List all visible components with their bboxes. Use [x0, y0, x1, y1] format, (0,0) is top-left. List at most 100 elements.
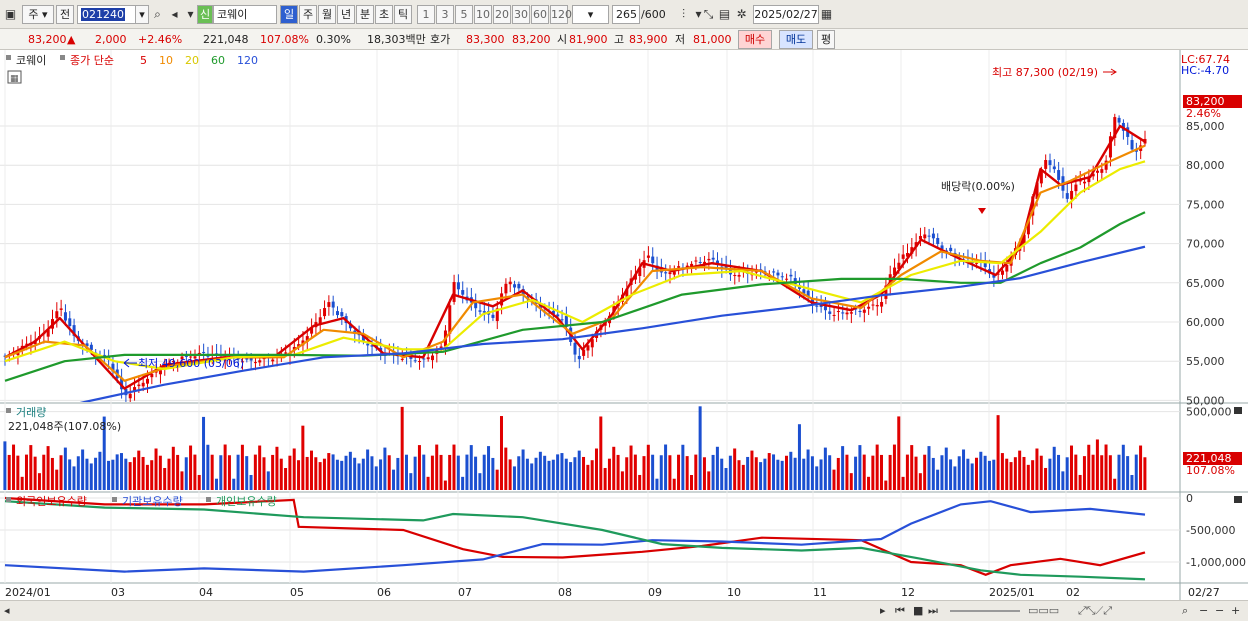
volume-bar: [107, 460, 111, 490]
volume-bar: [340, 460, 344, 490]
candle-body: [478, 310, 482, 312]
zoom-icon[interactable]: ⌕: [1182, 604, 1188, 618]
new-badge: 신: [197, 5, 213, 24]
volume-bar: [784, 455, 788, 490]
change-pct: +2.46%: [138, 33, 183, 46]
zoom-slider[interactable]: [950, 610, 1020, 612]
volume-last-pct: 107.08%: [1186, 464, 1235, 477]
volume-panel-close-icon[interactable]: [1234, 407, 1242, 414]
volume-bar: [802, 458, 806, 490]
candle-body: [448, 305, 452, 334]
timeframe-tab[interactable]: 일: [280, 5, 298, 24]
volume-bar: [720, 458, 724, 490]
interval-input[interactable]: ▾: [572, 5, 609, 24]
search-icon[interactable]: ⌕: [150, 5, 165, 24]
interval-button[interactable]: 30: [512, 5, 530, 24]
volume-bar: [845, 454, 849, 490]
save-icon[interactable]: ▤: [717, 5, 732, 24]
volume-bar: [119, 453, 123, 490]
forward-icon[interactable]: ⏭: [928, 604, 938, 618]
interval-button[interactable]: 20: [493, 5, 511, 24]
volume-bar: [841, 446, 845, 490]
interval-button[interactable]: 1: [417, 5, 435, 24]
scroll-right-icon[interactable]: ▸: [880, 604, 886, 617]
window-menu-icon[interactable]: ▣: [3, 5, 18, 24]
volume-bar: [448, 454, 452, 490]
candle-body: [63, 312, 67, 321]
volume-bar: [590, 460, 594, 490]
holding-legend-marker: [6, 497, 11, 502]
timeframe-tab[interactable]: 분: [356, 5, 374, 24]
x-tick-label: 02/27: [1188, 586, 1220, 599]
volume-bar: [759, 462, 763, 490]
prev-button[interactable]: 전: [56, 5, 74, 24]
volume-bar: [249, 474, 253, 490]
zoom-in-icon[interactable]: +: [1231, 604, 1240, 617]
bid: 83,200: [512, 33, 551, 46]
volume-bar: [1035, 448, 1039, 490]
count-input[interactable]: 265: [612, 5, 640, 24]
code-dropdown-icon[interactable]: ▾: [135, 5, 149, 24]
stop-icon[interactable]: ■: [913, 604, 923, 617]
volume-bar: [1104, 444, 1108, 490]
candle-body: [413, 360, 417, 362]
volume-bar: [707, 471, 711, 490]
holding-panel-close-icon[interactable]: [1234, 496, 1242, 503]
speaker-icon[interactable]: ◂: [167, 5, 182, 24]
horizontal-scrollbar[interactable]: ◂ ▸ ⏮ ■ ⏭ ▭▭▭ ⤢⤡⟋⤢ ⌕ − − +: [0, 600, 1248, 621]
volume-bar: [197, 474, 201, 490]
volume-bar: [327, 453, 331, 490]
interval-button[interactable]: 60: [531, 5, 549, 24]
volume-pct: 107.08%: [260, 33, 309, 46]
timeframe-tab[interactable]: 주: [299, 5, 317, 24]
volume-bar: [379, 459, 383, 490]
extra-button[interactable]: 평: [817, 30, 835, 49]
candle-body: [927, 235, 931, 237]
volume-bar: [741, 464, 745, 490]
sell-button[interactable]: 매도: [779, 30, 813, 49]
interval-button[interactable]: 5: [455, 5, 473, 24]
volume-bar: [715, 446, 719, 490]
interval-button[interactable]: 120: [550, 5, 572, 24]
volume-bar: [232, 478, 236, 490]
timeframe-tab[interactable]: 초: [375, 5, 393, 24]
candle-type-icon[interactable]: ⫶: [676, 5, 691, 24]
dropdown-icon[interactable]: ▾: [183, 5, 198, 24]
interval-button[interactable]: 10: [474, 5, 492, 24]
volume-bar: [370, 456, 374, 490]
code-input[interactable]: 021240: [77, 5, 137, 24]
drawing-tool-icons[interactable]: ⤢⤡⟋⤢: [1078, 604, 1112, 618]
date-input[interactable]: 2025/02/27: [753, 5, 819, 24]
rewind-icon[interactable]: ⏮: [895, 604, 905, 618]
volume-bar: [1052, 446, 1056, 490]
timeframe-tab[interactable]: 틱: [394, 5, 412, 24]
buy-button[interactable]: 매수: [738, 30, 772, 49]
candle-body: [931, 233, 935, 239]
table-icon[interactable]: ▦: [10, 74, 19, 84]
volume-bar: [16, 455, 20, 490]
volume-bar: [262, 457, 266, 490]
gear-icon[interactable]: ✲: [734, 5, 749, 24]
zoom-out-icon[interactable]: −: [1199, 604, 1208, 617]
volume-bar: [223, 444, 227, 490]
calendar-icon[interactable]: ▦: [819, 5, 834, 24]
candle-body: [1057, 170, 1061, 180]
scroll-left-icon[interactable]: ◂: [4, 604, 10, 617]
volume-bar: [400, 406, 404, 490]
timeframe-tab[interactable]: 월: [318, 5, 336, 24]
crosshair-icon[interactable]: ⤡: [701, 5, 716, 24]
volume-bar: [76, 456, 80, 490]
volume-bar: [227, 455, 231, 490]
volume-bar: [245, 456, 249, 490]
minus-icon[interactable]: −: [1215, 604, 1224, 617]
layout-icons[interactable]: ▭▭▭: [1028, 604, 1059, 617]
timeframe-tab[interactable]: 년: [337, 5, 355, 24]
volume-bar: [353, 457, 357, 490]
period-unit-select[interactable]: 주 ▾: [22, 5, 54, 24]
candle-body: [1096, 170, 1099, 173]
name-field[interactable]: 코웨이: [213, 5, 277, 24]
volume-bar: [81, 449, 85, 490]
volume-bar: [482, 454, 486, 490]
volume-bar: [538, 451, 542, 490]
interval-button[interactable]: 3: [436, 5, 454, 24]
